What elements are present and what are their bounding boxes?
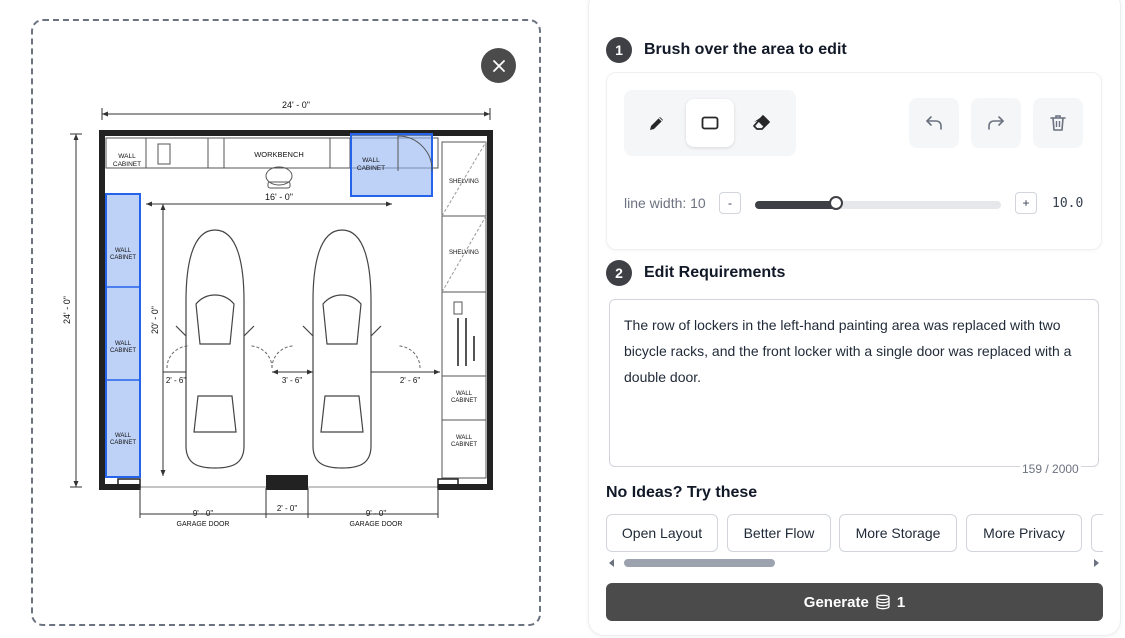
scroll-right-icon[interactable] [1092,559,1100,567]
step-number: 1 [606,37,632,63]
car-right [302,229,382,469]
wall-cabinet-label: WALL [118,153,136,160]
idea-chip-partial[interactable] [1091,514,1103,552]
pencil-icon [650,117,663,130]
step-2-header: 2 Edit Requirements [606,260,785,286]
svg-text:CABINET: CABINET [110,255,136,261]
overall-depth-dimension: 24' - 0" [62,296,72,324]
wall-cabinet-label: CABINET [113,161,141,168]
undo-icon [926,116,942,130]
svg-text:WALL: WALL [115,341,132,347]
redo-button[interactable] [971,98,1021,148]
rectangle-icon [701,116,719,130]
clearance-middle-dimension: 3' - 6" [282,376,303,385]
clearance-right-dimension: 2' - 6" [400,376,421,385]
clear-button[interactable] [1033,98,1083,148]
pencil-tool-button[interactable] [633,99,681,147]
line-width-slider[interactable] [755,196,1001,210]
garage-door-label: GARAGE DOOR [350,521,403,528]
idea-chip-more-storage[interactable]: More Storage [839,514,957,552]
svg-text:WALL: WALL [456,391,473,397]
ideas-title: No Ideas? Try these [606,484,758,501]
idea-chip-better-flow[interactable]: Better Flow [727,514,831,552]
workbench-label: WORKBENCH [254,150,304,159]
generate-label: Generate [803,593,869,611]
slider-fill [755,201,837,209]
car-left [175,229,255,469]
slider-thumb[interactable] [829,196,844,210]
line-width-label: line width: 10 [624,195,706,211]
shelving-label: SHELVING [449,250,479,256]
svg-text:CABINET: CABINET [110,348,136,354]
garage-floor-plan[interactable]: 24' - 0" 24' - 0" WALL CABINET WORKBENCH… [60,96,500,536]
svg-text:WALL: WALL [115,433,132,439]
close-button[interactable] [481,48,516,83]
idea-chips: Open Layout Better Flow More Storage Mor… [606,514,1103,554]
close-icon [492,59,505,72]
rectangle-tool-button[interactable] [686,99,734,147]
line-width-value: 10.0 [1052,196,1084,211]
svg-text:CABINET: CABINET [110,440,136,446]
line-width-decrement-button[interactable]: - [719,192,741,214]
scrollbar-thumb[interactable] [624,559,775,567]
step-number: 2 [606,260,632,286]
step-1-header: 1 Brush over the area to edit [606,37,847,63]
door-right-dimension: 9' - 0" [366,509,387,518]
door-left-dimension: 9' - 0" [193,509,214,518]
generate-button[interactable]: Generate 1 [606,583,1103,621]
svg-text:WALL: WALL [115,248,132,254]
scroll-left-icon[interactable] [608,559,616,567]
line-width-increment-button[interactable]: + [1015,192,1037,214]
overall-width-dimension: 24' - 0" [282,100,310,110]
step-title: Edit Requirements [644,264,786,281]
svg-text:CABINET: CABINET [451,442,477,448]
inner-depth-dimension: 20' - 0" [150,306,160,334]
redo-icon [988,116,1004,130]
svg-text:WALL: WALL [362,157,380,164]
inner-width-dimension: 16' - 0" [265,192,293,202]
ideas-scrollbar[interactable] [606,558,1102,568]
shelving-label: SHELVING [449,179,479,185]
character-count: 159 / 2000 [1020,462,1081,476]
undo-button[interactable] [909,98,959,148]
svg-text:CABINET: CABINET [451,398,477,404]
idea-chip-more-privacy[interactable]: More Privacy [966,514,1082,552]
clearance-left-dimension: 2' - 6" [166,376,187,385]
svg-text:CABINET: CABINET [357,165,385,172]
garage-door-label: GARAGE DOOR [177,521,230,528]
coins-icon [876,594,890,610]
eraser-tool-button[interactable] [738,99,786,147]
pier-dimension: 2' - 0" [277,504,298,513]
step-title: Brush over the area to edit [644,41,847,58]
edit-requirements-textarea[interactable]: The row of lockers in the left-hand pain… [609,299,1099,467]
idea-chip-open-layout[interactable]: Open Layout [606,514,718,552]
svg-text:WALL: WALL [456,435,473,441]
trash-icon [1050,115,1066,131]
eraser-icon [753,115,770,130]
generate-cost: 1 [896,593,906,611]
